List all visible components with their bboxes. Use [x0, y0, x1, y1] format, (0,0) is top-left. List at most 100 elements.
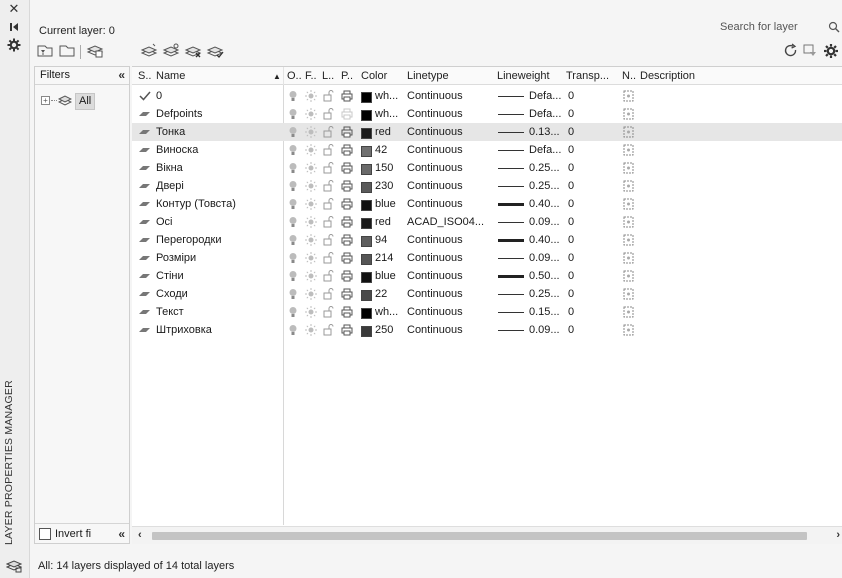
linetype-value[interactable]: Continuous	[407, 108, 495, 120]
color-name[interactable]: blue	[375, 270, 405, 282]
col-name[interactable]: Name	[156, 70, 185, 82]
unlocked-icon[interactable]	[323, 144, 334, 156]
lightbulb-on-icon[interactable]	[288, 234, 298, 246]
settings-dialog-icon[interactable]	[802, 43, 820, 59]
plot-printer-icon[interactable]	[341, 288, 353, 300]
lightbulb-on-icon[interactable]	[288, 288, 298, 300]
transparency-value[interactable]: 0	[568, 324, 608, 336]
col-description[interactable]: Description	[640, 70, 695, 82]
sun-thawed-icon[interactable]	[305, 90, 317, 102]
col-new-vp-freeze[interactable]: N..	[622, 70, 636, 82]
settings-gear-icon[interactable]	[822, 43, 840, 59]
new-vp-freeze-icon[interactable]	[623, 90, 634, 102]
search-layer-field[interactable]: Search for layer	[720, 20, 840, 38]
color-swatch[interactable]	[361, 236, 372, 247]
col-lineweight[interactable]: Lineweight	[497, 70, 550, 82]
linetype-value[interactable]: Continuous	[407, 288, 495, 300]
transparency-value[interactable]: 0	[568, 162, 608, 174]
unlocked-icon[interactable]	[323, 162, 334, 174]
transparency-value[interactable]: 0	[568, 288, 608, 300]
lineweight-value[interactable]: Defa...	[529, 144, 565, 156]
transparency-value[interactable]: 0	[568, 306, 608, 318]
linetype-value[interactable]: Continuous	[407, 162, 495, 174]
color-name[interactable]: 94	[375, 234, 405, 246]
transparency-value[interactable]: 0	[568, 90, 608, 102]
lineweight-value[interactable]: 0.50...	[529, 270, 565, 282]
color-swatch[interactable]	[361, 164, 372, 175]
new-layer-vp-frozen-icon[interactable]	[162, 43, 180, 59]
filter-all-label[interactable]: All	[75, 93, 96, 110]
new-vp-freeze-icon[interactable]	[623, 162, 634, 174]
unlocked-icon[interactable]	[323, 198, 334, 210]
color-swatch[interactable]	[361, 326, 372, 337]
sun-thawed-icon[interactable]	[305, 270, 317, 282]
layer-name[interactable]: Сходи	[156, 288, 281, 300]
new-vp-freeze-icon[interactable]	[623, 252, 634, 264]
linetype-value[interactable]: Continuous	[407, 270, 495, 282]
layer-name[interactable]: Defpoints	[156, 108, 281, 120]
plot-printer-icon[interactable]	[341, 198, 353, 210]
expand-toggle-icon[interactable]: +	[41, 96, 50, 105]
unlocked-icon[interactable]	[323, 180, 334, 192]
plot-printer-icon[interactable]	[341, 324, 353, 336]
new-layer-icon[interactable]	[140, 43, 158, 59]
color-swatch[interactable]	[361, 128, 372, 139]
layer-name[interactable]: Штриховка	[156, 324, 281, 336]
layer-states-manager-icon[interactable]	[86, 43, 104, 59]
unlocked-icon[interactable]	[323, 108, 334, 120]
lineweight-value[interactable]: 0.13...	[529, 126, 565, 138]
layer-row[interactable]: Виноска 42 Continuous Defa... 0	[132, 141, 842, 159]
new-vp-freeze-icon[interactable]	[623, 180, 634, 192]
lineweight-value[interactable]: 0.25...	[529, 180, 565, 192]
invert-filter-checkbox[interactable]	[39, 528, 51, 540]
sun-thawed-icon[interactable]	[305, 288, 317, 300]
lightbulb-on-icon[interactable]	[288, 144, 298, 156]
lightbulb-on-icon[interactable]	[288, 126, 298, 138]
color-name[interactable]: red	[375, 216, 405, 228]
plot-printer-icon[interactable]	[341, 252, 353, 264]
color-swatch[interactable]	[361, 308, 372, 319]
layer-name[interactable]: Контур (Товста)	[156, 198, 281, 210]
transparency-value[interactable]: 0	[568, 108, 608, 120]
new-vp-freeze-icon[interactable]	[623, 198, 634, 210]
layer-name[interactable]: Розміри	[156, 252, 281, 264]
plot-printer-icon[interactable]	[341, 234, 353, 246]
new-vp-freeze-icon[interactable]	[623, 234, 634, 246]
color-swatch[interactable]	[361, 110, 372, 121]
color-swatch[interactable]	[361, 218, 372, 229]
no-plot-printer-icon[interactable]	[341, 108, 353, 120]
linetype-value[interactable]: Continuous	[407, 324, 495, 336]
col-linetype[interactable]: Linetype	[407, 70, 449, 82]
layer-row[interactable]: Defpoints wh... Continuous Defa... 0	[132, 105, 842, 123]
plot-printer-icon[interactable]	[341, 126, 353, 138]
transparency-value[interactable]: 0	[568, 216, 608, 228]
linetype-value[interactable]: Continuous	[407, 126, 495, 138]
unlocked-icon[interactable]	[323, 216, 334, 228]
linetype-value[interactable]: Continuous	[407, 90, 495, 102]
sun-thawed-icon[interactable]	[305, 306, 317, 318]
layer-name[interactable]: Двері	[156, 180, 281, 192]
plot-printer-icon[interactable]	[341, 144, 353, 156]
delete-layer-icon[interactable]	[184, 43, 202, 59]
transparency-value[interactable]: 0	[568, 270, 608, 282]
auto-hide-icon[interactable]	[5, 20, 23, 34]
unlocked-icon[interactable]	[323, 126, 334, 138]
lineweight-value[interactable]: Defa...	[529, 108, 565, 120]
layer-row[interactable]: Перегородки 94 Continuous 0.40... 0	[132, 231, 842, 249]
refresh-icon[interactable]	[782, 43, 800, 59]
horizontal-scrollbar[interactable]: ‹ ›	[132, 526, 842, 544]
unlocked-icon[interactable]	[323, 306, 334, 318]
color-swatch[interactable]	[361, 92, 372, 103]
set-current-icon[interactable]	[206, 43, 224, 59]
scroll-right-icon[interactable]: ›	[836, 529, 840, 541]
color-name[interactable]: wh...	[375, 90, 405, 102]
lightbulb-on-icon[interactable]	[288, 180, 298, 192]
lineweight-value[interactable]: 0.15...	[529, 306, 565, 318]
transparency-value[interactable]: 0	[568, 252, 608, 264]
color-name[interactable]: red	[375, 126, 405, 138]
col-freeze[interactable]: F..	[305, 70, 317, 82]
col-color[interactable]: Color	[361, 70, 387, 82]
layer-row[interactable]: Контур (Товста) blue Continuous 0.40... 0	[132, 195, 842, 213]
unlocked-icon[interactable]	[323, 288, 334, 300]
plot-printer-icon[interactable]	[341, 162, 353, 174]
